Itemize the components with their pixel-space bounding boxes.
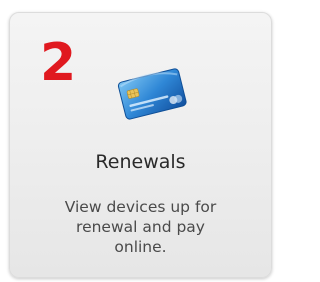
- tile-description: View devices up for renewal and pay onli…: [24, 197, 257, 257]
- step-number: 2: [40, 33, 77, 93]
- tile-title: Renewals: [95, 151, 186, 173]
- renewals-tile[interactable]: 2 Renewals View devices up for renewal a…: [9, 12, 272, 278]
- tile-description-line: online.: [114, 238, 167, 256]
- credit-card-icon: [113, 65, 191, 121]
- tile-description-line: renewal and pay: [76, 218, 205, 236]
- tile-description-line: View devices up for: [64, 198, 217, 216]
